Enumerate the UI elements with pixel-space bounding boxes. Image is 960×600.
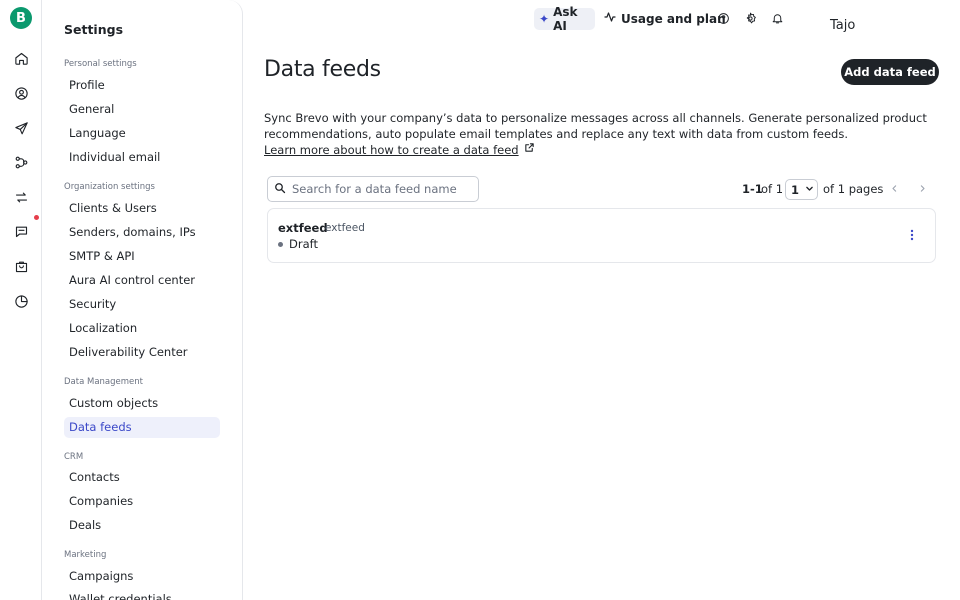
next-page-button[interactable] (914, 181, 930, 197)
sidebar-item-aura-ai[interactable]: Aura AI control center (64, 270, 220, 291)
sidebar-group-marketing: Marketing (64, 550, 107, 560)
sidebar-item-deals[interactable]: Deals (64, 515, 220, 536)
search-input[interactable] (292, 182, 472, 196)
add-data-feed-button[interactable]: Add data feed (841, 59, 939, 85)
activity-icon (604, 11, 616, 27)
home-icon[interactable] (12, 49, 30, 67)
sidebar-item-profile[interactable]: Profile (64, 75, 220, 96)
help-icon[interactable] (715, 10, 731, 26)
ask-ai-label: Ask AI (553, 5, 578, 33)
status-dot (278, 241, 283, 247)
pager-pages: of 1 pages (823, 182, 884, 196)
page-title: Data feeds (264, 57, 381, 82)
sidebar-item-campaigns[interactable]: Campaigns (64, 566, 220, 587)
search-icon (274, 182, 286, 197)
previous-page-button[interactable] (886, 181, 902, 197)
sidebar-item-general[interactable]: General (64, 99, 220, 120)
sidebar-item-custom-objects[interactable]: Custom objects (64, 393, 220, 414)
chevron-down-icon (805, 184, 814, 196)
transactional-icon[interactable] (12, 188, 30, 206)
chevron-right-icon (918, 183, 927, 196)
pager-total: of 1 (761, 182, 784, 196)
sidebar-item-smtp-api[interactable]: SMTP & API (64, 246, 220, 267)
sidebar-item-companies[interactable]: Companies (64, 491, 220, 512)
settings-sidebar: Settings Personal settings Profile Gener… (42, 0, 243, 600)
usage-plan-button[interactable]: Usage and plan (604, 8, 726, 30)
chevron-left-icon (890, 183, 899, 196)
search-field[interactable] (267, 176, 479, 202)
feed-name[interactable]: extfeed (278, 221, 328, 235)
pager-range: 1-1 (742, 182, 763, 196)
sparkle-icon: ✦ (539, 12, 550, 26)
sidebar-group-crm: CRM (64, 452, 84, 462)
usage-plan-label: Usage and plan (621, 12, 726, 26)
status-badge: Draft (278, 237, 318, 251)
sidebar-item-individual-email[interactable]: Individual email (64, 147, 220, 168)
sidebar-item-language[interactable]: Language (64, 123, 220, 144)
user-name[interactable]: Tajo (830, 18, 855, 33)
learn-more-label: Learn more about how to create a data fe… (264, 143, 519, 157)
sidebar-item-contacts[interactable]: Contacts (64, 467, 220, 488)
reports-icon[interactable] (12, 292, 30, 310)
sidebar-title: Settings (64, 22, 124, 37)
sales-icon[interactable] (12, 257, 30, 275)
automation-icon[interactable] (12, 153, 30, 171)
sidebar-group-organization: Organization settings (64, 182, 155, 192)
data-feed-row[interactable]: extfeed extfeed Draft (267, 208, 936, 263)
learn-more-link[interactable]: Learn more about how to create a data fe… (264, 142, 535, 158)
sidebar-item-wallet-credentials[interactable]: Wallet credentials (64, 589, 220, 600)
page-select[interactable]: 1 (785, 179, 818, 200)
more-actions-icon[interactable] (906, 227, 918, 243)
sidebar-item-deliverability[interactable]: Deliverability Center (64, 342, 220, 363)
external-link-icon (524, 142, 535, 158)
gear-icon[interactable] (742, 10, 758, 26)
app-rail: B (0, 0, 42, 600)
sidebar-group-data-management: Data Management (64, 377, 143, 387)
sidebar-group-personal: Personal settings (64, 59, 137, 69)
page-select-value: 1 (791, 182, 800, 197)
sidebar-item-senders[interactable]: Senders, domains, IPs (64, 222, 220, 243)
bell-icon[interactable] (769, 10, 785, 26)
feed-type: extfeed (325, 222, 365, 234)
contacts-icon[interactable] (12, 84, 30, 102)
notification-dot (34, 215, 39, 220)
conversations-icon[interactable] (12, 222, 30, 240)
sidebar-item-data-feeds[interactable]: Data feeds (64, 417, 220, 438)
ask-ai-button[interactable]: ✦ Ask AI (534, 5, 595, 33)
sidebar-item-security[interactable]: Security (64, 294, 220, 315)
sidebar-item-clients-users[interactable]: Clients & Users (64, 198, 220, 219)
campaigns-icon[interactable] (12, 119, 30, 137)
page-description: Sync Brevo with your company’s data to p… (264, 111, 927, 141)
brevo-logo[interactable]: B (10, 7, 32, 29)
sidebar-item-localization[interactable]: Localization (64, 318, 220, 339)
status-label: Draft (289, 237, 318, 251)
